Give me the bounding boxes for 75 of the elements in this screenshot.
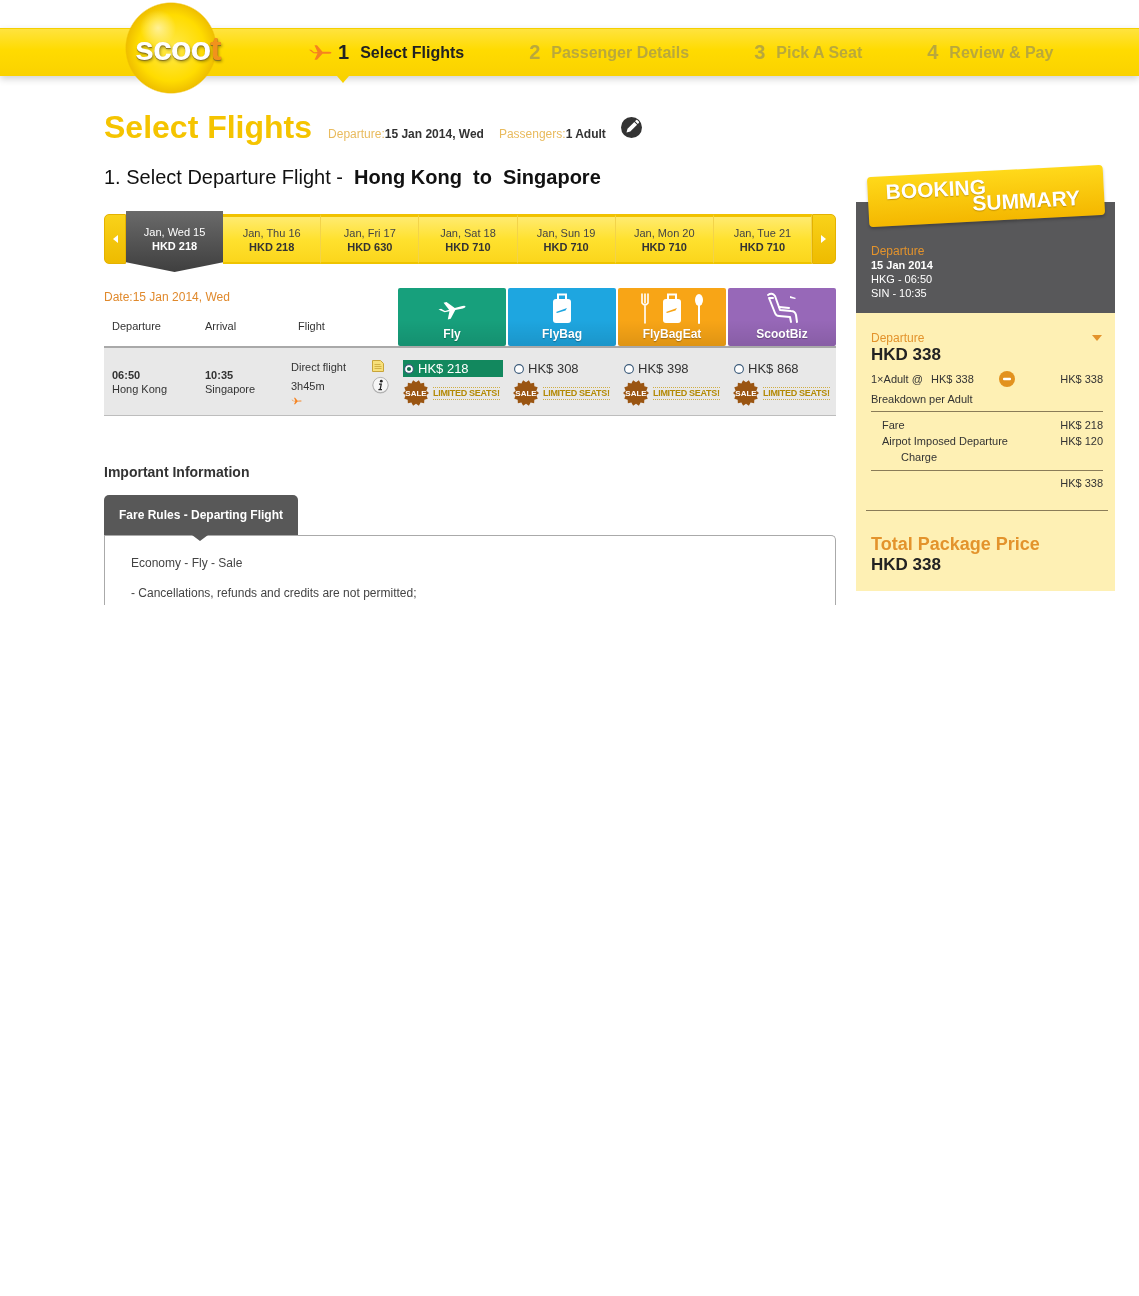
- fare-class-label: FlyBag: [542, 327, 582, 341]
- charge-label: Airpot Imposed Departure Charge: [882, 434, 1009, 465]
- subtotal-amount: HK$ 338: [1060, 476, 1103, 490]
- column-header: Arrival: [205, 319, 237, 333]
- fare-rules-tab[interactable]: Fare Rules - Departing Flight: [104, 495, 298, 541]
- departure-time: 06:50: [112, 367, 141, 382]
- column-header: Departure: [112, 319, 161, 333]
- date-tab[interactable]: Jan, Sun 19 HKD 710: [517, 214, 616, 264]
- fare-option[interactable]: HK$ 218: [403, 360, 503, 377]
- fare-class-label: FlyBagEat: [642, 327, 702, 341]
- fare-rule-text: Economy - Fly - Sale: [131, 556, 243, 570]
- fare-option[interactable]: HK$ 398: [623, 360, 723, 377]
- date-tab[interactable]: Jan, Sat 18 HKD 710: [419, 214, 518, 264]
- fare-option[interactable]: HK$ 868: [733, 360, 833, 377]
- sale-badge: SALE: [733, 380, 759, 406]
- date-tab[interactable]: Jan, Tue 21 HKD 710: [713, 214, 812, 264]
- selected-date: Date:15 Jan 2014, Wed: [104, 290, 230, 304]
- caret-left-icon: [112, 235, 118, 243]
- flight-time: HKG - 06:50: [871, 272, 933, 286]
- section-title: Important Information: [104, 464, 250, 481]
- limited-seats-label: LIMITED SEATS!: [653, 386, 720, 400]
- info-icon[interactable]: [372, 376, 389, 394]
- passenger-count: 1×Adult @: [871, 372, 923, 386]
- luggage-fork-spoon-icon: [639, 291, 705, 324]
- limited-seats-label: LIMITED SEATS!: [433, 386, 500, 400]
- departure-label: Departure: [871, 331, 925, 345]
- charge-label: Fare: [882, 418, 905, 433]
- radio-button[interactable]: [404, 363, 414, 374]
- luggage-icon: [551, 291, 573, 324]
- limited-seats-label: LIMITED SEATS!: [543, 386, 610, 400]
- sale-badge: SALE: [513, 380, 539, 406]
- search-label: Passengers:: [498, 127, 566, 141]
- booking-summary-banner: BOOKING SUMMARY: [866, 164, 1106, 228]
- date-tab[interactable]: Jan, Thu 16 HKD 218: [223, 214, 322, 264]
- search-value: 15 Jan 2014, Wed: [384, 127, 484, 141]
- route-heading: 1. Select Departure Flight - Hong Kong to Singapore: [104, 165, 601, 189]
- edit-icon[interactable]: [620, 117, 642, 138]
- date-tab[interactable]: Jan, Wed 15 HKD 218: [126, 211, 224, 272]
- limited-seats-label: LIMITED SEATS!: [763, 386, 830, 400]
- unit-price: HK$ 338: [931, 372, 974, 386]
- fare-class-label: ScootBiz: [756, 327, 808, 341]
- search-value: 1 Adult: [565, 127, 606, 141]
- radio-button[interactable]: [624, 363, 634, 374]
- radio-button[interactable]: [734, 363, 744, 374]
- departure-label: Departure: [871, 244, 925, 258]
- sale-badge: SALE: [623, 380, 649, 406]
- step-tab[interactable]: 1 Select Flights: [308, 29, 465, 76]
- date-tab[interactable]: Jan, Fri 17 HKD 630: [321, 214, 420, 264]
- search-label: Departure:: [328, 127, 385, 141]
- caret-right-icon: [821, 235, 827, 243]
- total-label: Total Package Price: [871, 533, 1040, 555]
- airplane-icon: [291, 397, 302, 405]
- flight-date: 15 Jan 2014: [871, 258, 933, 272]
- arrival-time: 10:35: [205, 367, 234, 382]
- breakdown-title: Breakdown per Adult: [871, 392, 973, 406]
- total-price: HKD 338: [871, 555, 941, 575]
- flight-type: Direct flight: [291, 360, 347, 374]
- sale-badge: SALE: [403, 380, 429, 406]
- date-tab[interactable]: Jan, Mon 20 HKD 710: [615, 214, 714, 264]
- fare-rule-text: - Cancellations, refunds and credits are not permitted;: [131, 586, 417, 600]
- departure-city: Hong Kong: [112, 381, 168, 396]
- flight-time: SIN - 10:35: [871, 286, 927, 300]
- radio-button[interactable]: [514, 363, 524, 374]
- seat-icon: [765, 291, 799, 324]
- charge-amount: HK$ 120: [1060, 434, 1103, 449]
- page-title: Select Flights: [104, 108, 313, 146]
- fare-class-label: Fly: [443, 327, 461, 341]
- charge-amount: HK$ 218: [1060, 418, 1103, 433]
- fare-option[interactable]: HK$ 308: [513, 360, 613, 377]
- fare-total: HKD 338: [871, 345, 941, 365]
- column-header: Flight: [298, 319, 325, 333]
- arrival-city: Singapore: [205, 381, 256, 396]
- airplane-icon: [308, 44, 332, 61]
- flight-duration: 3h45m: [291, 379, 325, 393]
- passenger-amount: HK$ 338: [1060, 372, 1103, 386]
